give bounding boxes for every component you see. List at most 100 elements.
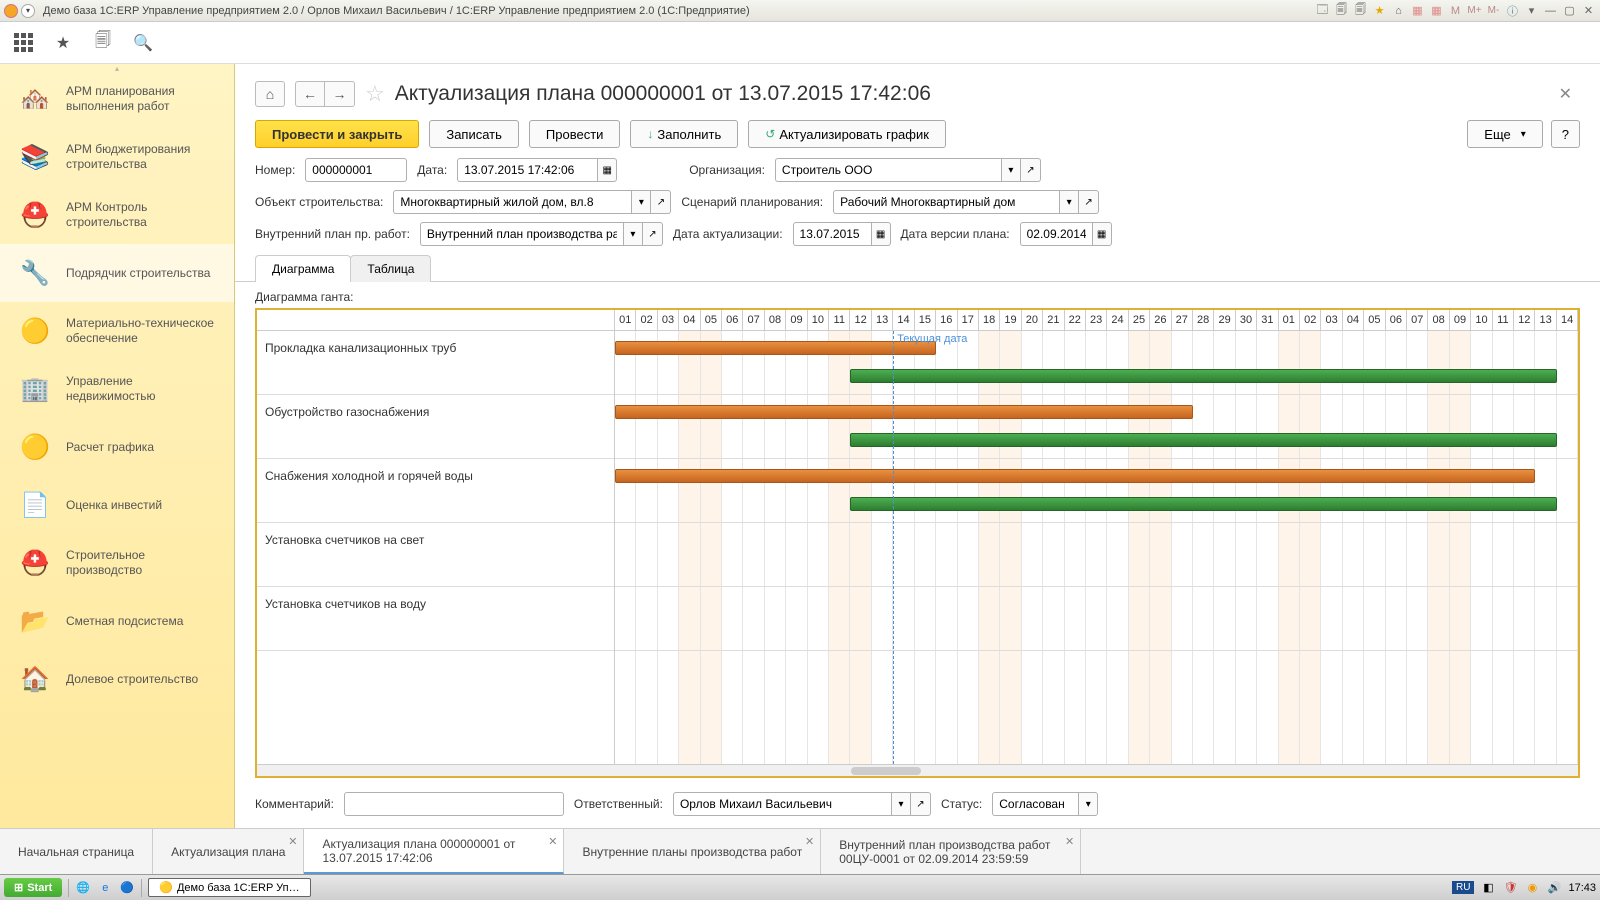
close-document-button[interactable]: ✕ — [1551, 80, 1580, 108]
sidebar-item[interactable]: 📂Сметная подсистема — [0, 592, 234, 650]
gantt-bar[interactable] — [615, 341, 936, 355]
sidebar-item[interactable]: 🏘️АРМ планирования выполнения работ — [0, 70, 234, 128]
close-icon[interactable]: ✕ — [548, 835, 557, 848]
comment-input[interactable] — [344, 792, 564, 816]
gantt-bar[interactable] — [850, 497, 1556, 511]
open-icon[interactable]: ↗ — [1079, 190, 1099, 214]
app-menu-dropdown[interactable]: ▾ — [21, 4, 35, 18]
actdate-input[interactable] — [793, 222, 871, 246]
scen-input[interactable] — [833, 190, 1059, 214]
verdate-input[interactable] — [1020, 222, 1092, 246]
sidebar-item[interactable]: 🏢Управление недвижимостью — [0, 360, 234, 418]
start-button[interactable]: ⊞Start — [4, 878, 62, 897]
sidebar-item[interactable]: 📚АРМ бюджетирования строительства — [0, 128, 234, 186]
tray-volume-icon[interactable]: 🔊 — [1546, 880, 1562, 896]
help-button[interactable]: ? — [1551, 120, 1580, 148]
window-tab[interactable]: Внутренний план производства работ 00ЦУ-… — [821, 829, 1081, 874]
window-tab[interactable]: Внутренние планы производства работ✕ — [564, 829, 821, 874]
forward-button[interactable]: → — [325, 81, 355, 107]
m-icon[interactable]: M — [1448, 3, 1463, 18]
open-icon[interactable]: ↗ — [643, 222, 663, 246]
gantt-day-header: 16 — [936, 310, 957, 330]
clipboard-icon[interactable]: 🗐 — [92, 32, 114, 54]
favorites-icon[interactable]: ★ — [52, 32, 74, 54]
tray-shield-icon[interactable]: 🛡 — [1502, 880, 1518, 896]
sidebar-item[interactable]: 🟡Расчет графика — [0, 418, 234, 476]
info-icon[interactable]: ⓘ — [1505, 3, 1520, 18]
gantt-bar[interactable] — [850, 369, 1556, 383]
window-tab[interactable]: Начальная страница — [0, 829, 153, 874]
sidebar-item[interactable]: ⛑️Строительное производство — [0, 534, 234, 592]
mplus-icon[interactable]: M+ — [1467, 3, 1482, 18]
plan-input[interactable] — [420, 222, 623, 246]
back-button[interactable]: ← — [295, 81, 325, 107]
sidebar-item[interactable]: ⛑️АРМ Контроль строительства — [0, 186, 234, 244]
calendar-icon[interactable]: ▦ — [597, 158, 617, 182]
sidebar-scroll-up[interactable]: ▴ — [0, 64, 234, 70]
resp-input[interactable] — [673, 792, 891, 816]
open-icon[interactable]: ↗ — [651, 190, 671, 214]
status-input[interactable] — [992, 792, 1078, 816]
tray-icon[interactable]: ◧ — [1480, 880, 1496, 896]
post-button[interactable]: Провести — [529, 120, 621, 148]
gantt-bar[interactable] — [615, 469, 1535, 483]
dropdown-icon[interactable]: ▾ — [623, 222, 643, 246]
chrome-icon[interactable]: 🔵 — [119, 880, 135, 896]
open-icon[interactable]: ↗ — [1021, 158, 1041, 182]
close-icon[interactable]: ✕ — [805, 835, 814, 848]
fill-button[interactable]: ↓Заполнить — [630, 120, 738, 148]
close-icon[interactable]: ✕ — [288, 835, 297, 848]
clock[interactable]: 17:43 — [1568, 882, 1596, 894]
post-and-close-button[interactable]: Провести и закрыть — [255, 120, 419, 148]
mminus-icon[interactable]: M- — [1486, 3, 1501, 18]
sidebar-item[interactable]: 🟡Материально-техническое обеспечение — [0, 302, 234, 360]
window-tab[interactable]: Актуализация плана 000000001 от 13.07.20… — [304, 829, 564, 874]
minimize-button[interactable]: — — [1543, 3, 1558, 18]
date-input[interactable] — [457, 158, 597, 182]
sidebar-item[interactable]: 🏠Долевое строительство — [0, 650, 234, 708]
tb-icon[interactable]: 🗐 — [1334, 3, 1349, 18]
close-icon[interactable]: ✕ — [1065, 835, 1074, 848]
sidebar-item[interactable]: 📄Оценка инвестий — [0, 476, 234, 534]
calendar-icon[interactable]: ▦ — [871, 222, 891, 246]
browser-icon[interactable]: 🌐 — [75, 880, 91, 896]
window-tab[interactable]: Актуализация плана✕ — [153, 829, 304, 874]
calendar-icon[interactable]: ▦ — [1429, 3, 1444, 18]
tab-diagram[interactable]: Диаграмма — [255, 255, 351, 282]
dropdown-icon[interactable]: ▾ — [1059, 190, 1079, 214]
task-item-1c[interactable]: 🟡Демо база 1C:ERP Уп… — [148, 878, 310, 897]
save-button[interactable]: Записать — [429, 120, 519, 148]
lang-indicator[interactable]: RU — [1452, 881, 1474, 894]
tray-icon[interactable]: ◉ — [1524, 880, 1540, 896]
favorite-toggle[interactable]: ☆ — [365, 81, 385, 107]
apps-grid-icon[interactable] — [12, 32, 34, 54]
search-icon[interactable]: 🔍 — [132, 32, 154, 54]
calc-icon[interactable]: ▦ — [1410, 3, 1425, 18]
calendar-icon[interactable]: ▦ — [1092, 222, 1112, 246]
dropdown-icon[interactable]: ▾ — [631, 190, 651, 214]
refresh-chart-button[interactable]: ↺Актуализировать график — [748, 120, 946, 148]
browser-icon[interactable]: e — [97, 880, 113, 896]
dropdown-icon[interactable]: ▾ — [1001, 158, 1021, 182]
tb-icon[interactable]: ⌂ — [1391, 3, 1406, 18]
tb-icon[interactable]: 🗔 — [1315, 3, 1330, 18]
app-orb-icon[interactable] — [4, 4, 18, 18]
close-button[interactable]: ✕ — [1581, 3, 1596, 18]
sidebar-item[interactable]: 🔧Подрядчик строительства — [0, 244, 234, 302]
tab-table[interactable]: Таблица — [350, 255, 431, 282]
tb-icon[interactable]: 🗐 — [1353, 3, 1368, 18]
dropdown-icon[interactable]: ▾ — [1078, 792, 1098, 816]
home-button[interactable]: ⌂ — [255, 81, 285, 107]
number-input[interactable] — [305, 158, 407, 182]
more-button[interactable]: Еще — [1467, 120, 1542, 148]
gantt-bar[interactable] — [850, 433, 1556, 447]
obj-input[interactable] — [393, 190, 631, 214]
maximize-button[interactable]: ▢ — [1562, 3, 1577, 18]
gantt-bar[interactable] — [615, 405, 1193, 419]
dropdown-icon[interactable]: ▾ — [891, 792, 911, 816]
org-input[interactable] — [775, 158, 1001, 182]
gantt-hscrollbar[interactable] — [257, 764, 1578, 776]
favorite-icon[interactable]: ★ — [1372, 3, 1387, 18]
open-icon[interactable]: ↗ — [911, 792, 931, 816]
dd-icon[interactable]: ▾ — [1524, 3, 1539, 18]
